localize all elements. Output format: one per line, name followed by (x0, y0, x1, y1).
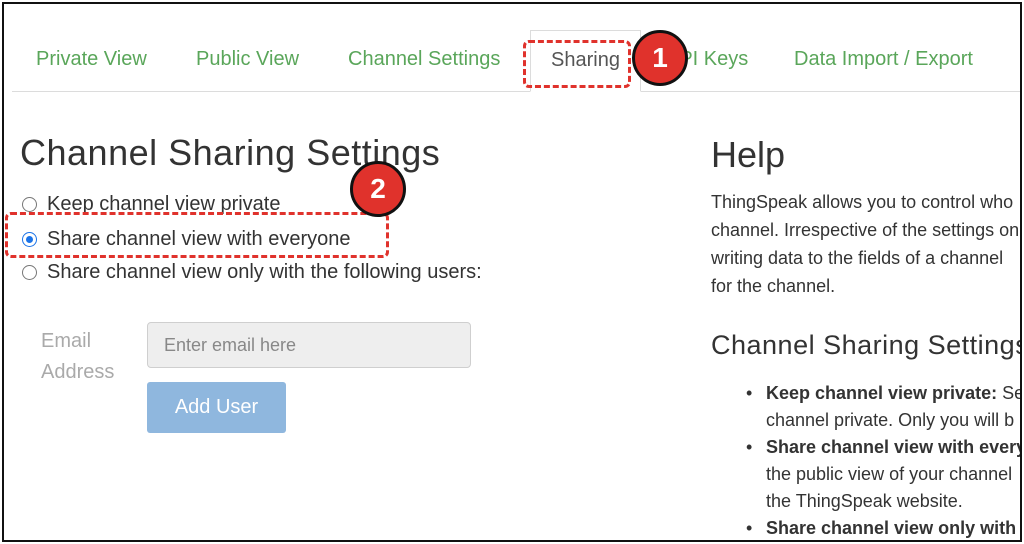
radio-share-users-label: Share channel view only with the followi… (47, 261, 482, 283)
radio-share-users-button[interactable] (22, 265, 37, 280)
help-list: Keep channel view private: Sele channel … (744, 380, 1020, 540)
help-item-everyone: Share channel view with everyo the publi… (744, 434, 1020, 515)
tab-data-import-export[interactable]: Data Import / Export (794, 48, 973, 71)
help-title: Help (711, 134, 786, 175)
help-item-private: Keep channel view private: Sele channel … (744, 380, 1020, 434)
help-subtitle: Channel Sharing Settings (711, 330, 1022, 360)
help-paragraph: ThingSpeak allows you to control who cha… (711, 192, 1020, 296)
radio-share-users[interactable]: Share channel view only with the followi… (22, 261, 482, 284)
annotation-box-share-everyone (5, 212, 389, 258)
email-input[interactable] (147, 322, 471, 368)
tab-public-view[interactable]: Public View (196, 48, 299, 71)
add-user-button[interactable]: Add User (147, 382, 286, 433)
annotation-badge-2: 2 (350, 161, 406, 217)
annotation-box-sharing-tab (523, 40, 631, 88)
tab-private-view[interactable]: Private View (36, 48, 147, 71)
tab-bar: Private View Public View Channel Setting… (12, 30, 1020, 92)
tab-channel-settings[interactable]: Channel Settings (348, 48, 500, 71)
radio-keep-private-button[interactable] (22, 197, 37, 212)
help-item-users: Share channel view only with th (744, 515, 1020, 540)
email-address-label: Email Address (41, 330, 115, 383)
annotation-badge-1: 1 (632, 30, 688, 86)
app-frame: Private View Public View Channel Setting… (2, 2, 1022, 542)
